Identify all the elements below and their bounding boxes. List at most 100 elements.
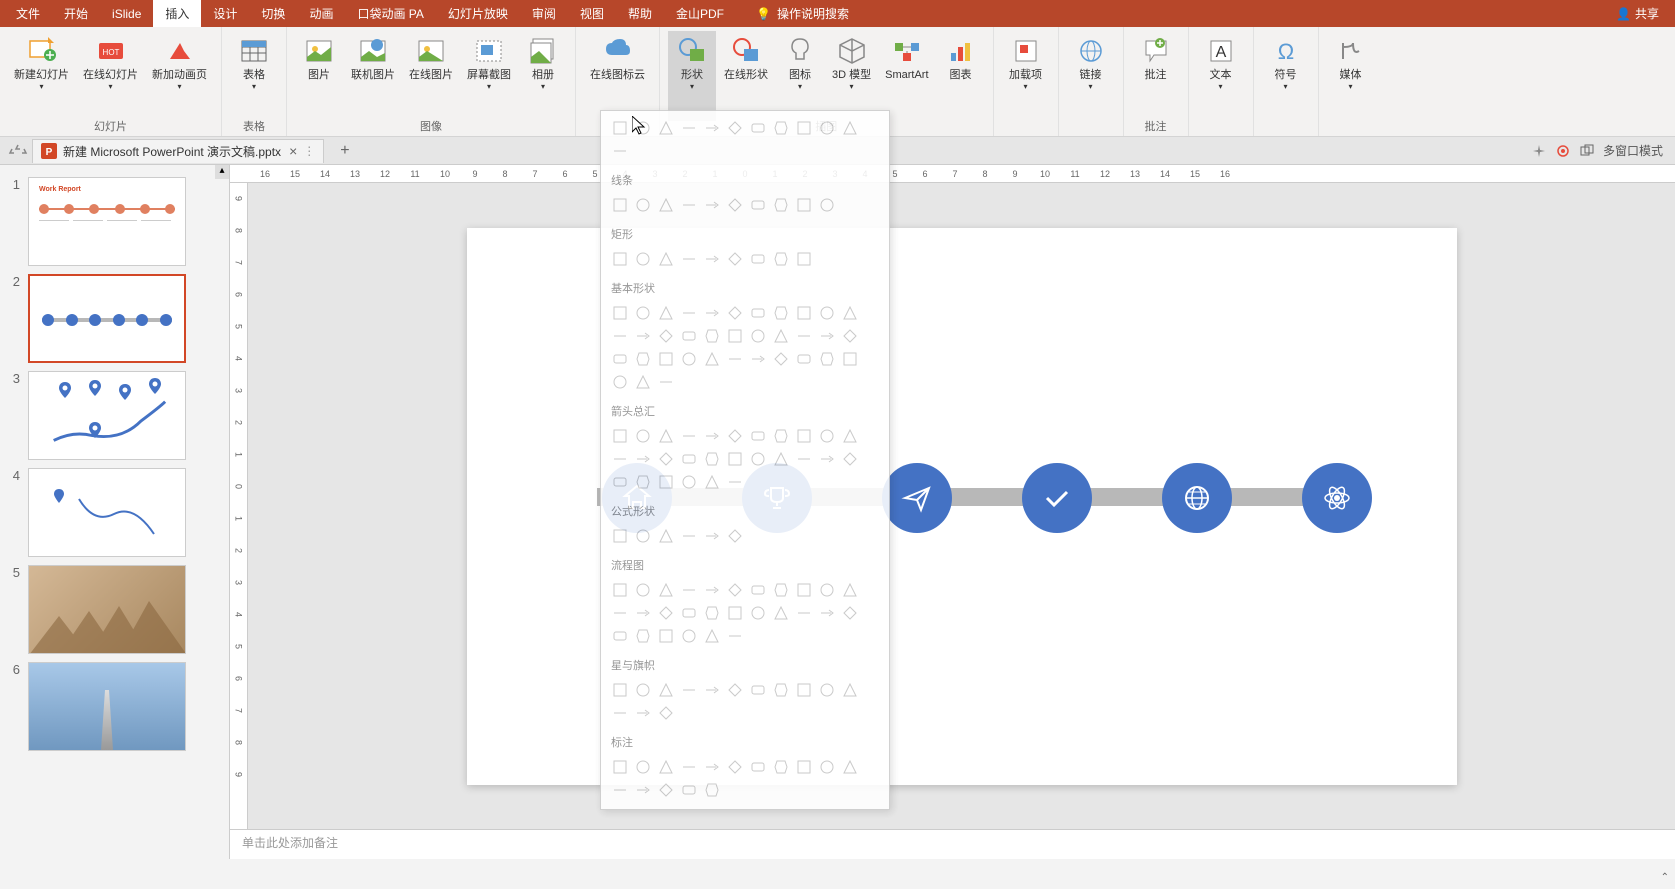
shape-item[interactable]	[724, 525, 746, 547]
shape-item[interactable]	[632, 525, 654, 547]
shape-item[interactable]	[632, 348, 654, 370]
slide-thumb-6[interactable]	[28, 662, 186, 751]
shape-item[interactable]	[609, 371, 631, 393]
web-pictures-button[interactable]: 在线图片	[403, 31, 459, 121]
shape-item[interactable]	[770, 117, 792, 139]
shape-item[interactable]	[678, 471, 700, 493]
shape-item[interactable]	[770, 325, 792, 347]
shape-item[interactable]	[655, 625, 677, 647]
shape-item[interactable]	[839, 348, 861, 370]
shape-item[interactable]	[609, 525, 631, 547]
shape-item[interactable]	[609, 579, 631, 601]
multi-window-label[interactable]: 多窗口模式	[1603, 142, 1663, 159]
help-search[interactable]: 💡 操作说明搜索	[756, 5, 849, 22]
shape-item[interactable]	[609, 756, 631, 778]
shape-item[interactable]	[724, 602, 746, 624]
smartart-button[interactable]: SmartArt	[879, 31, 934, 121]
shape-item[interactable]	[701, 248, 723, 270]
shape-item[interactable]	[724, 625, 746, 647]
shape-item[interactable]	[724, 117, 746, 139]
menu-insert[interactable]: 插入	[153, 0, 201, 27]
shape-item[interactable]	[793, 248, 815, 270]
shape-item[interactable]	[609, 194, 631, 216]
shape-item[interactable]	[770, 194, 792, 216]
shape-item[interactable]	[770, 248, 792, 270]
shape-item[interactable]	[724, 425, 746, 447]
shape-item[interactable]	[747, 425, 769, 447]
menu-design[interactable]: 设计	[201, 0, 249, 27]
shape-item[interactable]	[770, 679, 792, 701]
shape-item[interactable]	[701, 117, 723, 139]
shape-item[interactable]	[770, 348, 792, 370]
shape-item[interactable]	[678, 625, 700, 647]
slide-item-5[interactable]: 5	[0, 561, 229, 658]
shape-item[interactable]	[747, 579, 769, 601]
shape-item[interactable]	[609, 779, 631, 801]
doc-tab-menu[interactable]: ⋮	[303, 144, 315, 158]
menu-view[interactable]: 视图	[568, 0, 616, 27]
pictures-button[interactable]: 图片	[295, 31, 343, 121]
shape-item[interactable]	[609, 117, 631, 139]
shape-item[interactable]	[770, 425, 792, 447]
new-slide-button[interactable]: 新建幻灯片 ▾	[8, 31, 75, 121]
shape-item[interactable]	[632, 625, 654, 647]
menu-pdf[interactable]: 金山PDF	[664, 0, 736, 27]
shape-item[interactable]	[701, 325, 723, 347]
shape-item[interactable]	[678, 325, 700, 347]
shape-item[interactable]	[701, 625, 723, 647]
timeline-circle-6[interactable]	[1302, 463, 1372, 533]
shape-item[interactable]	[632, 117, 654, 139]
menu-home[interactable]: 开始	[52, 0, 100, 27]
ribbon-collapse-button[interactable]: ⌃	[1661, 872, 1669, 883]
shape-item[interactable]	[609, 448, 631, 470]
shape-item[interactable]	[701, 602, 723, 624]
chart-button[interactable]: 图表	[937, 31, 985, 121]
shape-item[interactable]	[816, 348, 838, 370]
shape-item[interactable]	[839, 425, 861, 447]
online-slide-button[interactable]: HOT 在线幻灯片 ▾	[77, 31, 144, 121]
doc-tab[interactable]: P 新建 Microsoft PowerPoint 演示文稿.pptx × ⋮	[32, 139, 324, 163]
shape-item[interactable]	[632, 756, 654, 778]
shape-item[interactable]	[816, 602, 838, 624]
icons-button[interactable]: 图标 ▾	[776, 31, 824, 121]
shape-item[interactable]	[747, 756, 769, 778]
shape-item[interactable]	[701, 448, 723, 470]
shape-item[interactable]	[632, 471, 654, 493]
shape-item[interactable]	[632, 602, 654, 624]
iconcloud-button[interactable]: 在线图标云	[584, 31, 651, 121]
shape-item[interactable]	[839, 448, 861, 470]
slide-thumb-2[interactable]	[28, 274, 186, 363]
shape-item[interactable]	[655, 602, 677, 624]
shape-item[interactable]	[678, 448, 700, 470]
sparkle-icon[interactable]	[1531, 143, 1547, 159]
shape-item[interactable]	[655, 194, 677, 216]
links-button[interactable]: 链接 ▾	[1067, 31, 1115, 121]
shape-item[interactable]	[816, 325, 838, 347]
gear-icon[interactable]	[1555, 143, 1571, 159]
shape-item[interactable]	[816, 194, 838, 216]
symbols-button[interactable]: Ω 符号 ▾	[1262, 31, 1310, 121]
shape-item[interactable]	[655, 679, 677, 701]
shape-item[interactable]	[632, 779, 654, 801]
shape-item[interactable]	[678, 602, 700, 624]
menu-transitions[interactable]: 切换	[249, 0, 297, 27]
shape-item[interactable]	[839, 117, 861, 139]
shape-item[interactable]	[678, 194, 700, 216]
shape-item[interactable]	[655, 525, 677, 547]
shape-item[interactable]	[609, 702, 631, 724]
shape-item[interactable]	[816, 425, 838, 447]
share-button[interactable]: 👤 共享	[1604, 5, 1671, 22]
shape-item[interactable]	[632, 448, 654, 470]
3d-model-button[interactable]: 3D 模型 ▾	[826, 31, 877, 121]
shape-item[interactable]	[793, 448, 815, 470]
shape-item[interactable]	[632, 425, 654, 447]
scroll-up[interactable]: ▴	[215, 165, 229, 179]
menu-review[interactable]: 审阅	[520, 0, 568, 27]
slide-thumb-3[interactable]	[28, 371, 186, 460]
shape-item[interactable]	[701, 425, 723, 447]
shape-item[interactable]	[747, 248, 769, 270]
canvas-wrap[interactable]	[230, 183, 1675, 829]
shape-item[interactable]	[678, 425, 700, 447]
shape-item[interactable]	[816, 448, 838, 470]
shape-item[interactable]	[724, 248, 746, 270]
